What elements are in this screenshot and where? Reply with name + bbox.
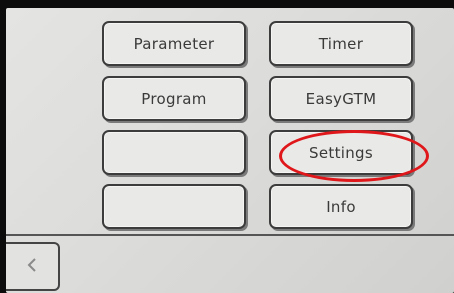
info-button[interactable]: Info: [269, 184, 413, 229]
settings-button[interactable]: Settings: [269, 130, 413, 175]
settings-button-label: Settings: [309, 143, 373, 162]
chevron-left-icon: [26, 257, 38, 277]
parameter-button[interactable]: Parameter: [102, 21, 246, 66]
info-button-label: Info: [326, 197, 356, 216]
blank-button-row3[interactable]: [102, 130, 246, 175]
program-button-label: Program: [141, 89, 207, 108]
program-button[interactable]: Program: [102, 76, 246, 121]
timer-button[interactable]: Timer: [269, 21, 413, 66]
parameter-button-label: Parameter: [133, 34, 215, 53]
easygtm-button-label: EasyGTM: [305, 89, 377, 108]
back-button[interactable]: [6, 242, 60, 291]
timer-button-label: Timer: [318, 34, 364, 53]
blank-button-row4[interactable]: [102, 184, 246, 229]
touch-screen: Parameter Timer Program EasyGTM Settings…: [6, 8, 454, 293]
divider: [6, 234, 454, 236]
easygtm-button[interactable]: EasyGTM: [269, 76, 413, 121]
